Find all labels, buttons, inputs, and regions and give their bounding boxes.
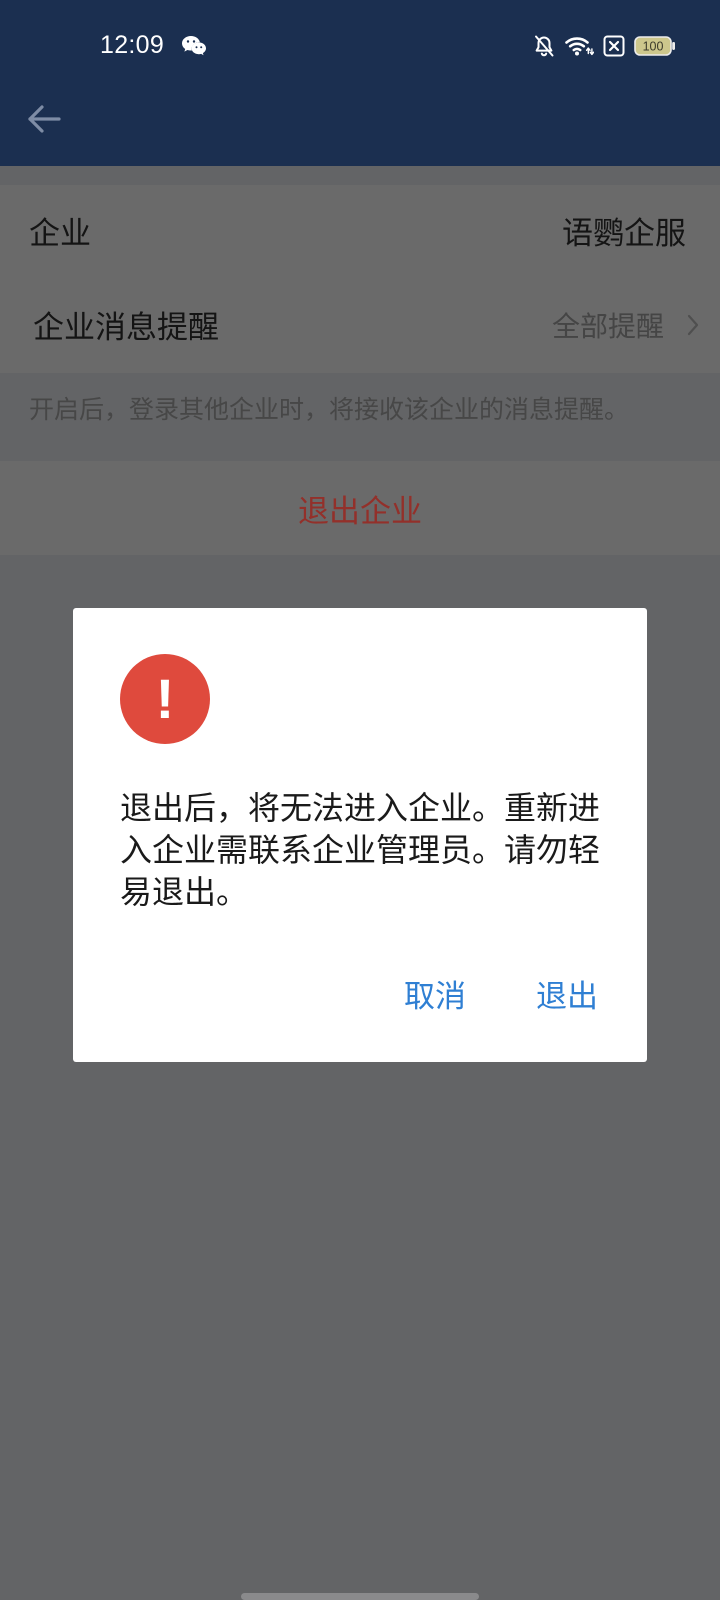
home-gesture-bar[interactable] <box>241 1593 479 1600</box>
exit-confirm-dialog: ! 退出后，将无法进入企业。重新进入企业需联系企业管理员。请勿轻易退出。 取消 … <box>73 608 647 1062</box>
cancel-button[interactable]: 取消 <box>385 962 485 1032</box>
dialog-message: 退出后，将无法进入企业。重新进入企业需联系企业管理员。请勿轻易退出。 <box>120 790 601 910</box>
exclamation-icon: ! <box>120 654 210 744</box>
confirm-exit-button[interactable]: 退出 <box>517 962 617 1032</box>
exclamation-glyph: ! <box>155 667 175 730</box>
